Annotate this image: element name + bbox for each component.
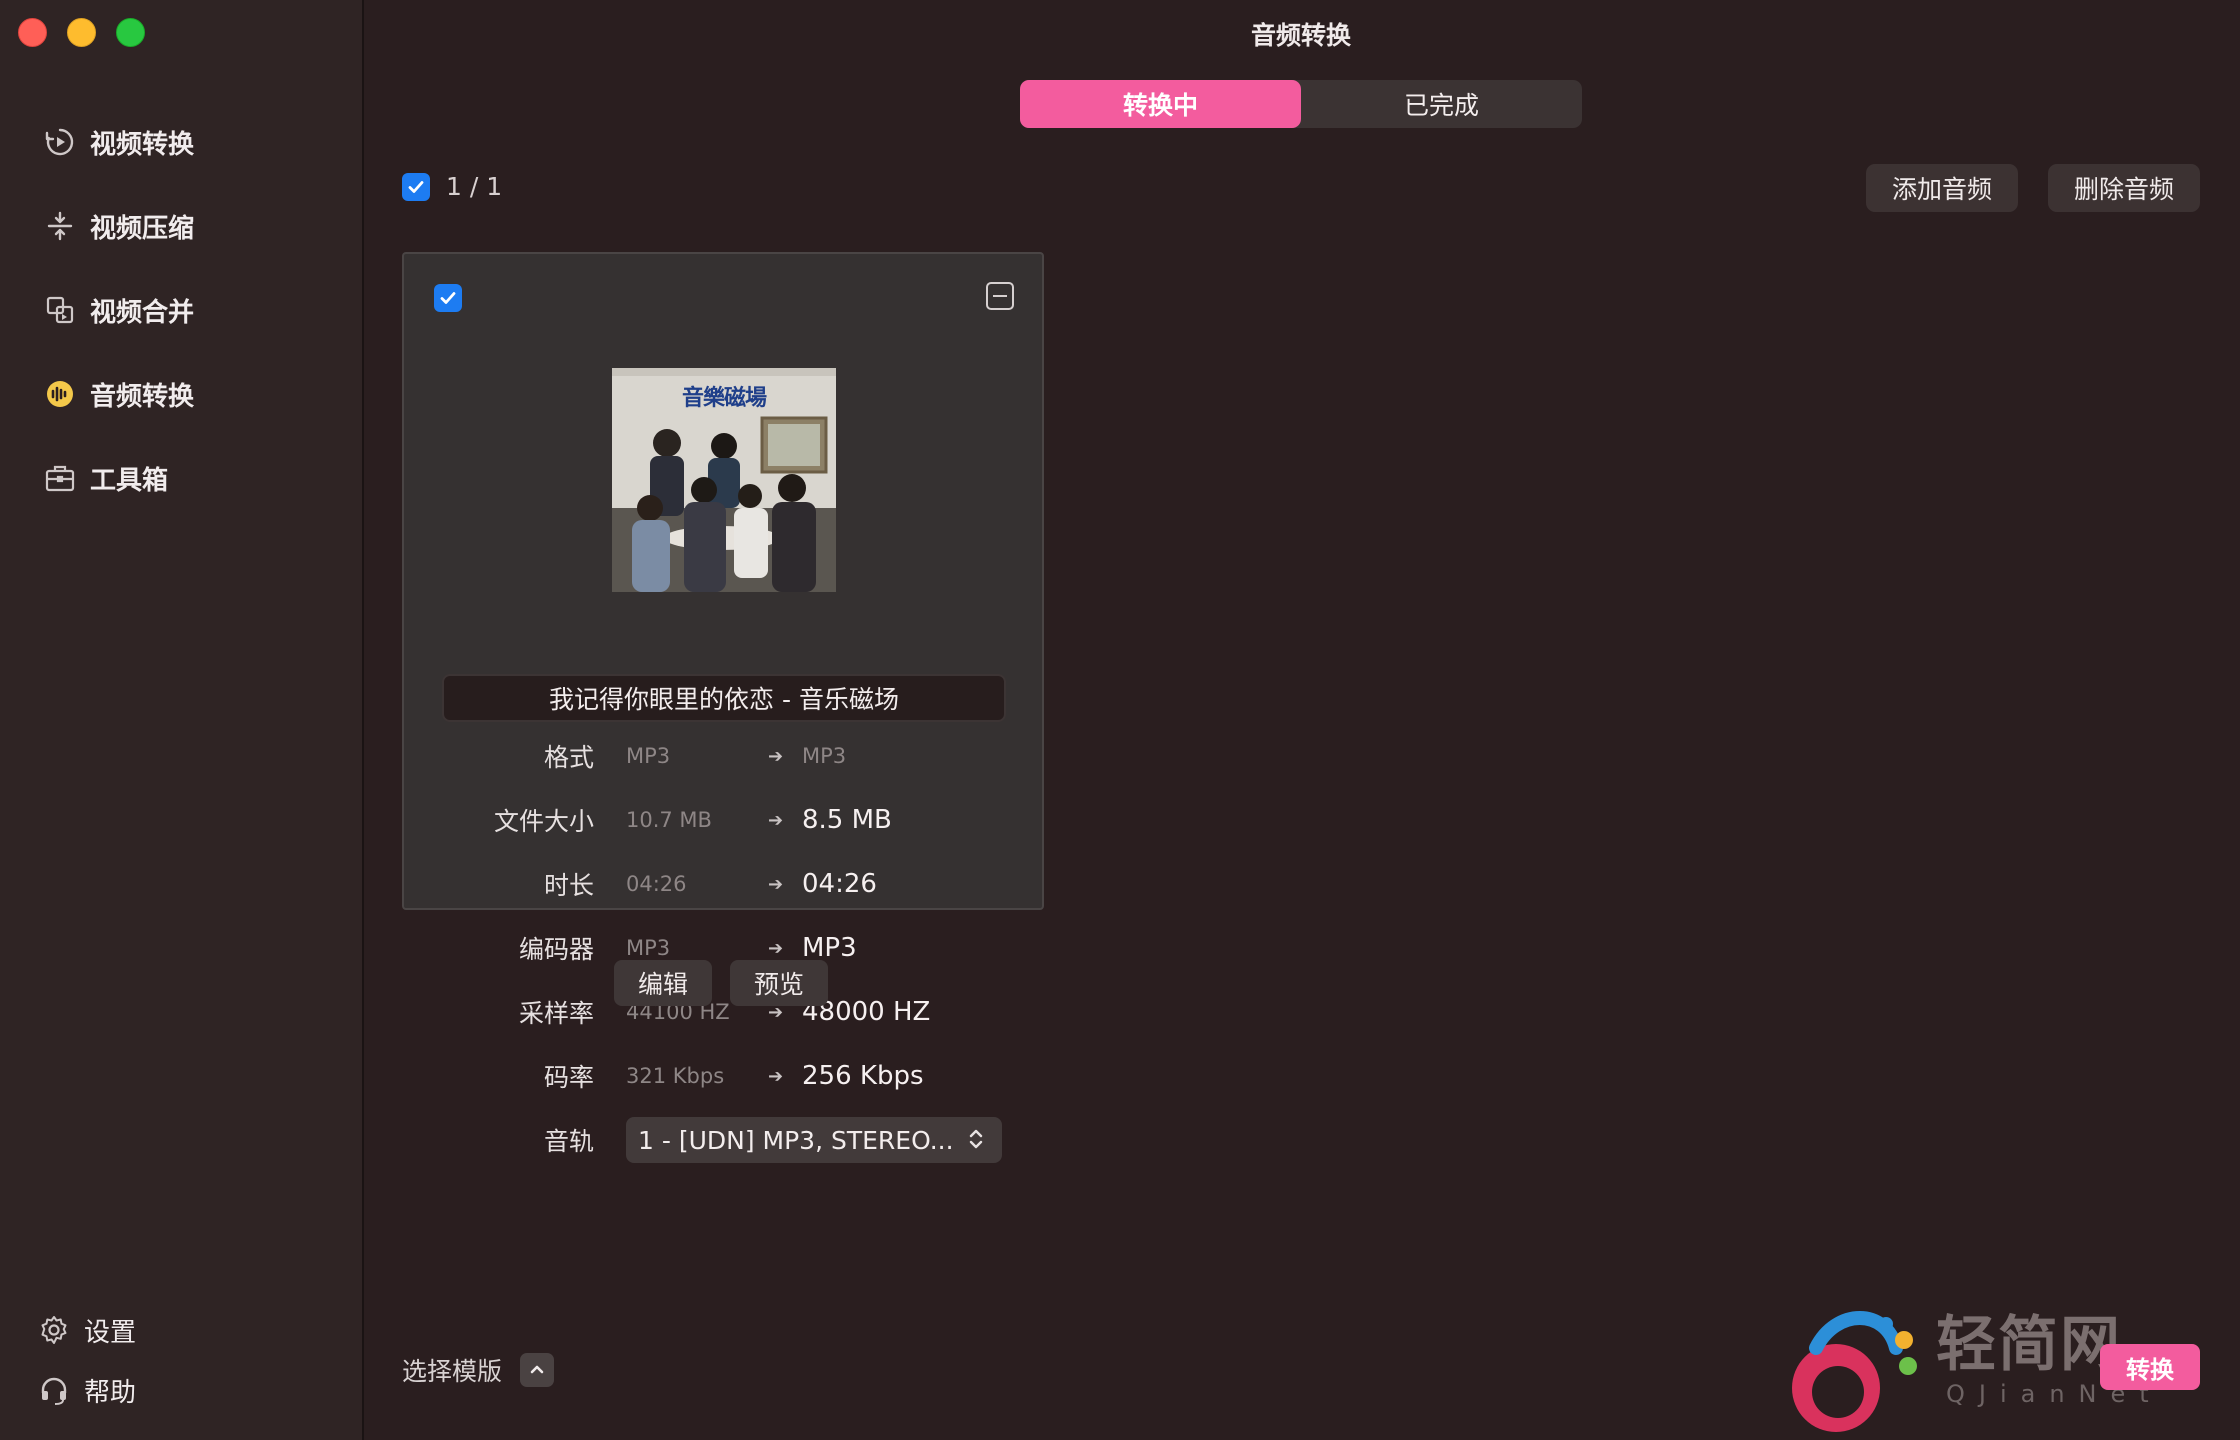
chevron-up-down-icon xyxy=(966,1125,986,1159)
row-old-value: 321 Kbps xyxy=(626,1064,725,1088)
selection-count: 1 / 1 xyxy=(446,172,503,201)
sidebar-item-label: 设置 xyxy=(84,1317,137,1348)
zoom-window-button[interactable] xyxy=(116,18,145,47)
sidebar-item-video-compress[interactable]: 视频压缩 xyxy=(0,196,362,256)
checkmark-icon xyxy=(408,180,424,193)
file-checkbox[interactable] xyxy=(434,284,462,312)
arrow-right-icon: ➔ xyxy=(768,873,784,895)
minimize-window-button[interactable] xyxy=(67,18,96,47)
row-new-value[interactable]: MP3 xyxy=(802,933,857,963)
edit-button[interactable]: 编辑 xyxy=(614,960,712,1006)
sidebar-item-video-convert[interactable]: 视频转换 xyxy=(0,112,362,172)
sidebar-item-label: 音频转换 xyxy=(90,381,195,412)
row-bitrate: 码率 321 Kbps ➔ 256 Kbps xyxy=(404,1056,1042,1096)
audio-convert-icon xyxy=(44,378,76,410)
row-label: 格式 xyxy=(543,743,594,772)
album-cover: 音樂磁場 xyxy=(612,368,836,592)
template-label: 选择模版 xyxy=(402,1357,503,1386)
sidebar-item-label: 视频合并 xyxy=(90,297,195,328)
compress-icon xyxy=(44,210,76,242)
delete-audio-button[interactable]: 删除音频 xyxy=(2048,164,2200,212)
arrow-right-icon: ➔ xyxy=(768,937,784,959)
sidebar-item-label: 工具箱 xyxy=(90,465,169,496)
row-new-value: 04:26 xyxy=(802,869,877,899)
chevron-up-icon xyxy=(530,1365,544,1374)
audio-file-card: 音樂磁場 我记得你眼里的依恋 - 音乐磁场 格式 MP3 ➔ MP3 文件大小 … xyxy=(402,252,1044,1163)
row-old-value: MP3 xyxy=(626,744,671,768)
template-selector: 选择模版 xyxy=(402,1352,555,1388)
sidebar-item-audio-convert[interactable]: 音频转换 xyxy=(0,364,362,424)
sidebar-item-toolbox[interactable]: 工具箱 xyxy=(0,448,362,508)
row-label: 采样率 xyxy=(518,999,594,1028)
arrow-right-icon: ➔ xyxy=(768,1065,784,1087)
album-cover-title: 音樂磁場 xyxy=(682,386,767,411)
row-format: 格式 MP3 ➔ MP3 xyxy=(404,736,1042,776)
sidebar-item-label: 视频转换 xyxy=(90,129,195,160)
row-old-value: 04:26 xyxy=(626,872,687,896)
sidebar-item-help[interactable]: 帮助 xyxy=(0,1360,362,1420)
row-old-value: 10.7 MB xyxy=(626,808,712,832)
row-old-value: MP3 xyxy=(626,936,671,960)
audio-track-value: 1 - [UDN] MP3, STEREO... xyxy=(638,1125,954,1155)
row-file-size: 文件大小 10.7 MB ➔ 8.5 MB xyxy=(404,800,1042,840)
row-label: 文件大小 xyxy=(493,807,594,836)
select-all: 1 / 1 xyxy=(402,172,502,201)
video-convert-icon xyxy=(44,126,76,158)
row-encoder: 编码器 MP3 ➔ MP3 xyxy=(404,928,1042,968)
row-label: 码率 xyxy=(543,1063,594,1092)
audio-track-select[interactable]: 1 - [UDN] MP3, STEREO... xyxy=(626,1117,1002,1163)
tab-converting[interactable]: 转换中 xyxy=(1020,80,1301,128)
row-new-value: 8.5 MB xyxy=(802,805,892,835)
watermark-text: 轻简网 xyxy=(1936,1310,2122,1380)
sidebar-bottom: 设置 帮助 xyxy=(0,1300,362,1420)
remove-file-button[interactable] xyxy=(986,282,1014,310)
toolbox-icon xyxy=(44,462,76,494)
select-all-checkbox[interactable] xyxy=(402,172,430,201)
sidebar-item-settings[interactable]: 设置 xyxy=(0,1300,362,1360)
row-sample-rate: 采样率 44100 HZ ➔ 48000 HZ xyxy=(404,992,1042,1032)
sidebar-nav: 视频转换 视频压缩 视频合并 音频转换 工具箱 xyxy=(0,112,362,532)
window-controls xyxy=(18,18,145,47)
gear-icon xyxy=(38,1314,70,1346)
status-tabs: 转换中 已完成 xyxy=(1020,80,1582,128)
file-name-field[interactable]: 我记得你眼里的依恋 - 音乐磁场 xyxy=(442,674,1006,722)
convert-button[interactable]: 转换 xyxy=(2100,1344,2200,1390)
row-track: 音轨 1 - [UDN] MP3, STEREO... xyxy=(404,1117,1042,1163)
headset-icon xyxy=(38,1374,70,1406)
add-audio-button[interactable]: 添加音频 xyxy=(1866,164,2018,212)
window-title: 音频转换 xyxy=(1250,21,1351,50)
row-label: 音轨 xyxy=(543,1127,594,1156)
arrow-right-icon: ➔ xyxy=(768,745,784,767)
sidebar-item-video-merge[interactable]: 视频合并 xyxy=(0,280,362,340)
checkmark-icon xyxy=(440,292,456,304)
sidebar-item-label: 视频压缩 xyxy=(90,213,195,244)
row-new-value[interactable]: 256 Kbps xyxy=(802,1061,924,1091)
sidebar: 视频转换 视频压缩 视频合并 音频转换 工具箱 设置 帮助 xyxy=(0,0,364,1440)
row-duration: 时长 04:26 ➔ 04:26 xyxy=(404,864,1042,904)
tab-completed[interactable]: 已完成 xyxy=(1301,80,1582,128)
merge-icon xyxy=(44,294,76,326)
sidebar-item-label: 帮助 xyxy=(84,1377,137,1408)
template-toggle-button[interactable] xyxy=(520,1353,555,1387)
close-window-button[interactable] xyxy=(18,18,47,47)
app-window: 视频转换 视频压缩 视频合并 音频转换 工具箱 设置 帮助 音频转换 转换中 已… xyxy=(0,0,2240,1440)
row-label: 时长 xyxy=(543,871,594,900)
row-new-value: MP3 xyxy=(802,744,847,768)
arrow-right-icon: ➔ xyxy=(768,809,784,831)
row-label: 编码器 xyxy=(518,935,594,964)
preview-button[interactable]: 预览 xyxy=(730,960,828,1006)
